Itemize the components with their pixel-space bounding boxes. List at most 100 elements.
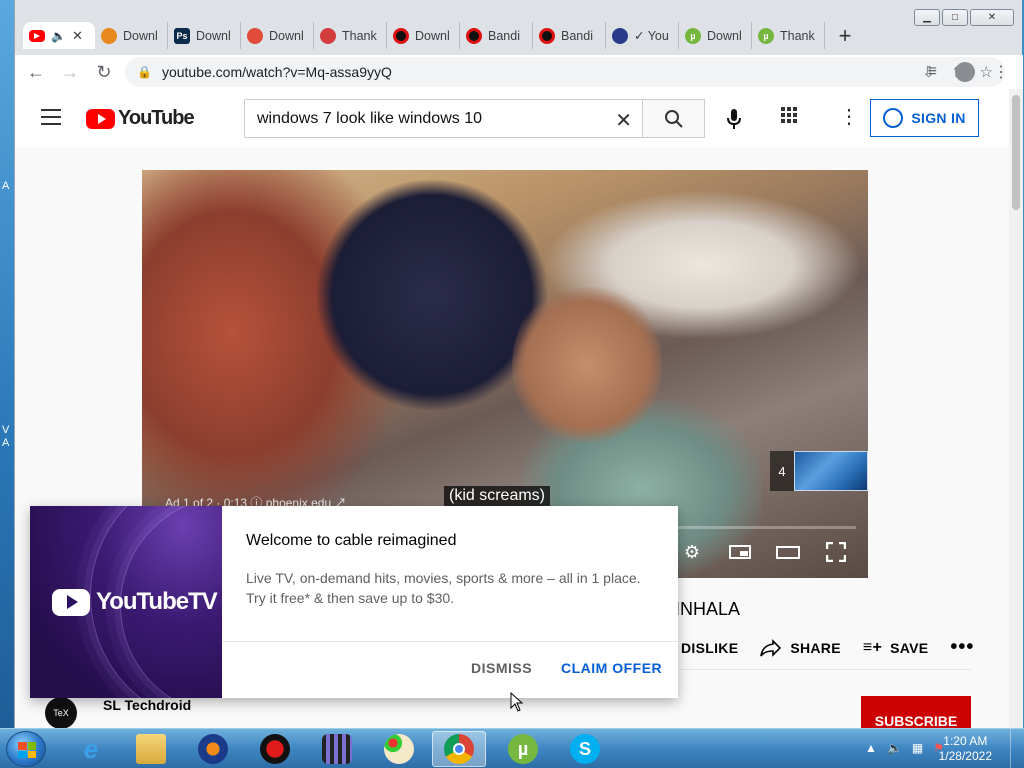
fullscreen-button[interactable] <box>824 542 848 562</box>
account-icon <box>883 108 904 128</box>
video-actions: DISLIKE SHARE ≡+ SAVE ••• <box>681 636 974 659</box>
youtube-logo[interactable]: YouTube <box>86 107 195 130</box>
download-red-icon <box>247 27 263 44</box>
save-button[interactable]: ≡+ SAVE <box>863 639 929 657</box>
tab[interactable]: Downl <box>241 22 314 49</box>
taskbar-chrome[interactable] <box>432 731 486 767</box>
tab-youtube-active[interactable]: 🔈 ✕ <box>23 22 95 49</box>
media-control-icon[interactable]: ≡ <box>928 63 937 81</box>
desktop-label: A <box>2 437 10 449</box>
more-actions-button[interactable]: ••• <box>950 636 974 659</box>
tab[interactable]: µ Downl <box>679 22 752 49</box>
audacity-icon <box>198 734 228 764</box>
browser-menu-icon[interactable]: ⋮ <box>993 62 1009 82</box>
tab-strip: 🔈 ✕ Downl Ps Downl Downl Thank Downl Band… <box>23 22 859 49</box>
tab[interactable]: Bandi <box>533 22 606 49</box>
next-video-thumbnail[interactable] <box>794 451 868 491</box>
file-explorer-icon <box>136 734 166 764</box>
apps-grid-icon <box>781 107 797 123</box>
taskbar-explorer[interactable] <box>124 731 178 767</box>
tab-title: Thank <box>342 28 377 43</box>
tab[interactable]: Ps Downl <box>168 22 241 49</box>
scrollbar-thumb[interactable] <box>1012 95 1020 210</box>
taskbar-paint[interactable] <box>372 731 426 767</box>
ad-queue-count: 4 <box>770 451 794 491</box>
taskbar-bandicam[interactable] <box>248 731 302 767</box>
utorrent-icon: µ <box>508 734 538 764</box>
menu-icon[interactable] <box>41 109 61 130</box>
player-controls: ⚙ <box>680 542 848 562</box>
youtube-wordmark: YouTube <box>118 107 195 129</box>
taskbar-utorrent[interactable]: µ <box>496 731 550 767</box>
taskbar: e µ S ▲ 🔈 ▦ ⚑ 1:20 AM 1/28/2022 <box>0 728 1024 768</box>
taskbar-ie[interactable]: e <box>64 731 118 767</box>
taskbar-audacity[interactable] <box>186 731 240 767</box>
close-tab-icon[interactable]: ✕ <box>72 28 83 44</box>
tab[interactable]: Bandi <box>460 22 533 49</box>
microphone-icon <box>727 109 741 129</box>
search-query: windows 7 look like windows 10 <box>257 109 482 127</box>
settings-gear-icon[interactable]: ⚙ <box>680 542 704 562</box>
utorrent-icon: µ <box>685 27 701 44</box>
subscribe-button[interactable]: SUBSCRIBE <box>861 696 971 728</box>
reload-icon[interactable]: ↻ <box>87 62 121 83</box>
tab[interactable]: ✓ You <box>606 22 679 49</box>
taskbar-movie-maker[interactable] <box>310 731 364 767</box>
tab-title: Bandi <box>561 28 593 43</box>
minimize-button[interactable]: ▁ <box>914 9 940 26</box>
taskbar-skype[interactable]: S <box>558 731 612 767</box>
chrome-icon <box>444 734 474 764</box>
movie-maker-icon <box>322 734 352 764</box>
maximize-button[interactable]: □ <box>942 9 968 26</box>
channel-name[interactable]: SL Techdroid <box>103 697 191 713</box>
back-icon[interactable]: ← <box>19 62 53 83</box>
channel-avatar[interactable]: TeX <box>45 697 77 728</box>
speaker-icon[interactable]: 🔈 <box>51 29 66 43</box>
network-icon[interactable]: ▦ <box>912 741 923 755</box>
search-input[interactable]: windows 7 look like windows 10 ✕ <box>244 99 643 138</box>
new-tab-button[interactable]: + <box>831 23 859 49</box>
claim-offer-button[interactable]: CLAIM OFFER <box>561 660 662 676</box>
save-label: SAVE <box>890 639 929 656</box>
theater-mode-button[interactable] <box>776 542 800 562</box>
youtube-icon <box>29 29 45 42</box>
video-frame-region <box>512 280 662 450</box>
profile-avatar-icon[interactable] <box>955 62 975 82</box>
tab[interactable]: µ Thank <box>752 22 825 49</box>
sign-in-button[interactable]: SIGN IN <box>870 99 979 137</box>
address-bar[interactable]: 🔒 youtube.com/watch?v=Mq-assa9yyQ ⇩ ⇪ ☆ <box>125 57 1005 87</box>
close-window-button[interactable]: ✕ <box>970 9 1014 26</box>
page-scrollbar[interactable] <box>1009 89 1023 728</box>
video-title: INHALA <box>675 599 741 619</box>
apps-button[interactable] <box>781 107 797 123</box>
tab[interactable]: Downl <box>95 22 168 49</box>
add-to-playlist-icon: ≡+ <box>862 638 883 656</box>
tab[interactable]: Thank <box>314 22 387 49</box>
voice-search-button[interactable] <box>719 104 749 134</box>
bandicam-icon <box>539 27 555 44</box>
tab-title: ✓ You <box>634 29 669 43</box>
share-button[interactable]: SHARE <box>760 638 841 657</box>
video-caption: (kid screams) <box>444 486 551 506</box>
download-orange-icon <box>101 27 117 44</box>
clock[interactable]: 1:20 AM 1/28/2022 <box>939 734 992 764</box>
clear-search-icon[interactable]: ✕ <box>615 108 632 133</box>
forward-icon[interactable]: → <box>53 62 87 83</box>
search-button[interactable] <box>642 99 705 138</box>
miniplayer-button[interactable] <box>728 542 752 562</box>
miniplayer-icon <box>729 545 751 559</box>
tray-expand-icon[interactable]: ▲ <box>865 741 877 755</box>
browser-actions: ≡ ⋮ <box>928 62 1009 82</box>
start-button[interactable] <box>6 731 46 767</box>
volume-icon[interactable]: 🔈 <box>887 741 902 755</box>
window-controls: ▁ □ ✕ <box>914 9 1014 26</box>
settings-more-icon[interactable]: ⋮ <box>839 107 859 127</box>
divider <box>681 669 971 670</box>
dismiss-button[interactable]: DISMISS <box>471 660 532 676</box>
youtube-play-icon <box>86 108 115 129</box>
headphones-icon <box>612 27 628 44</box>
tab[interactable]: Downl <box>387 22 460 49</box>
show-desktop-button[interactable] <box>1010 729 1024 768</box>
clock-time: 1:20 AM <box>943 734 988 748</box>
dislike-button[interactable]: DISLIKE <box>681 640 738 656</box>
